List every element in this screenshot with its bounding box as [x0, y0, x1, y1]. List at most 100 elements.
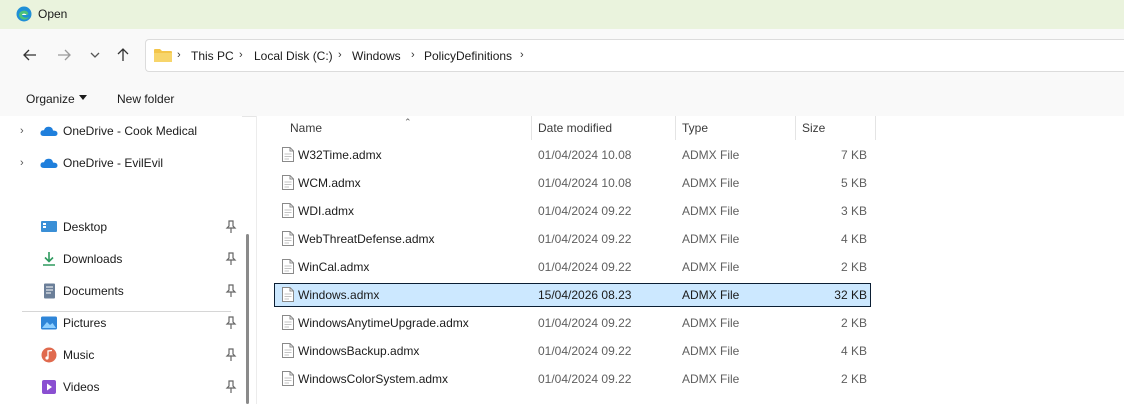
file-size: 2 KB [840, 260, 867, 274]
arrow-right-icon [58, 49, 71, 61]
pin-icon[interactable] [225, 348, 237, 362]
file-document-icon [282, 175, 294, 190]
file-name: WindowsBackup.admx [298, 344, 420, 358]
breadcrumb-windows[interactable]: Windows [352, 49, 401, 63]
file-size: 2 KB [840, 372, 867, 386]
pin-icon[interactable] [225, 220, 237, 234]
window-title: Open [38, 7, 68, 21]
file-date-modified: 01/04/2024 09.22 [538, 344, 632, 358]
file-type: ADMX File [682, 316, 740, 330]
breadcrumb-separator[interactable]: › [338, 49, 342, 61]
file-name: WindowsAnytimeUpgrade.admx [298, 316, 469, 330]
sidebar-item-label: Downloads [63, 252, 123, 266]
file-size: 7 KB [840, 148, 867, 162]
breadcrumb-separator[interactable]: › [411, 49, 415, 61]
file-document-icon [282, 231, 294, 246]
sidebar-item-downloads[interactable]: Downloads [0, 247, 240, 271]
sidebar-scrollbar[interactable] [246, 234, 249, 404]
column-header-name[interactable]: Name [290, 121, 322, 145]
address-bar[interactable]: › This PC › Local Disk (C:) › Windows › … [145, 39, 1124, 72]
sidebar-item-label: Videos [63, 380, 100, 394]
sidebar-item-label: Music [63, 348, 95, 362]
file-list: ⌃ Name Date modified Type Size W32Time.a… [257, 116, 1124, 404]
file-name: WinCal.admx [298, 260, 370, 274]
column-header-size[interactable]: Size [802, 121, 825, 145]
file-date-modified: 01/04/2024 09.22 [538, 204, 632, 218]
back-button[interactable] [18, 43, 42, 67]
chevron-right-icon[interactable]: › [20, 157, 24, 169]
pin-icon[interactable] [225, 380, 237, 394]
file-row[interactable]: WindowsAnytimeUpgrade.admx 01/04/2024 09.… [274, 311, 871, 335]
file-date-modified: 01/04/2024 09.22 [538, 260, 632, 274]
cloud-icon [40, 126, 58, 136]
chevron-right-icon[interactable]: › [20, 125, 24, 137]
sidebar-item-music[interactable]: Music [0, 343, 240, 367]
file-row[interactable]: Windows.admx 15/04/2026 08.23 ADMX File 32 … [274, 283, 871, 307]
column-header-type[interactable]: Type [682, 121, 708, 145]
videos-icon [42, 380, 56, 394]
sidebar-item-videos[interactable]: Videos [0, 375, 240, 399]
organize-button[interactable]: Organize [26, 92, 75, 106]
column-header-date-modified[interactable]: Date modified [538, 121, 612, 145]
file-name: WDI.admx [298, 204, 355, 218]
file-type: ADMX File [682, 148, 740, 162]
file-document-icon [282, 315, 294, 330]
up-button[interactable] [111, 43, 135, 67]
edge-browser-icon [16, 6, 32, 22]
documents-icon [44, 283, 55, 299]
new-folder-button[interactable]: New folder [117, 92, 174, 106]
title-bar: Open [0, 0, 1124, 29]
pin-icon[interactable] [225, 284, 237, 298]
pin-icon[interactable] [225, 316, 237, 330]
command-toolbar: Organize New folder [0, 81, 1124, 117]
file-row[interactable]: W32Time.admx 01/04/2024 10.08 ADMX File 7 K… [274, 143, 871, 167]
sidebar-item-pictures[interactable]: Pictures [0, 311, 240, 335]
pictures-icon [41, 316, 57, 330]
sidebar-item-label: Desktop [63, 220, 108, 234]
breadcrumb-this-pc[interactable]: This PC [191, 49, 234, 63]
column-separator[interactable] [795, 116, 796, 140]
cloud-icon [40, 158, 58, 168]
file-type: ADMX File [682, 260, 740, 274]
file-size: 2 KB [840, 316, 867, 330]
sidebar-item-label: Documents [63, 284, 124, 298]
breadcrumb-local-disk[interactable]: Local Disk (C:) [254, 49, 333, 63]
file-row[interactable]: WebThreatDefense.admx 01/04/2024 09.22 ADM… [274, 227, 871, 251]
recent-locations-button[interactable] [83, 43, 107, 67]
file-size: 5 KB [840, 176, 867, 190]
forward-button[interactable] [52, 43, 76, 67]
file-type: ADMX File [682, 288, 740, 302]
sidebar-item-onedrive-cook-medical[interactable]: › OneDrive - Cook Medical [0, 119, 240, 143]
file-row[interactable]: WinCal.admx 01/04/2024 09.22 ADMX File 2 KB [274, 255, 871, 279]
pin-icon[interactable] [225, 252, 237, 266]
column-separator[interactable] [875, 116, 876, 140]
file-name: Windows.admx [298, 288, 380, 302]
file-size: 32 KB [834, 288, 867, 302]
file-document-icon [282, 371, 294, 386]
file-size: 4 KB [840, 344, 867, 358]
file-row[interactable]: WCM.admx 01/04/2024 10.08 ADMX File 5 KB [274, 171, 871, 195]
download-icon [43, 252, 55, 266]
desktop-icon [41, 221, 57, 232]
file-date-modified: 01/04/2024 10.08 [538, 176, 632, 190]
file-document-icon [282, 343, 294, 358]
breadcrumb-separator[interactable]: › [239, 49, 243, 61]
breadcrumb-separator[interactable]: › [520, 49, 524, 61]
column-separator[interactable] [675, 116, 676, 140]
file-row[interactable]: WDI.admx 01/04/2024 09.22 ADMX File 3 KB [274, 199, 871, 223]
file-size: 4 KB [840, 232, 867, 246]
music-icon [41, 347, 57, 363]
breadcrumb-policydefinitions[interactable]: PolicyDefinitions [424, 49, 512, 63]
sidebar-item-label: OneDrive - EvilEvil [63, 156, 164, 170]
file-date-modified: 01/04/2024 09.22 [538, 232, 632, 246]
sidebar-item-label: OneDrive - Cook Medical [63, 124, 198, 138]
sidebar-item-documents[interactable]: Documents [0, 279, 240, 303]
file-name: W32Time.admx [298, 148, 382, 162]
file-type: ADMX File [682, 176, 740, 190]
sidebar-item-desktop[interactable]: Desktop [0, 215, 240, 239]
sidebar-item-onedrive-evilevil[interactable]: › OneDrive - EvilEvil [0, 151, 240, 175]
file-row[interactable]: WindowsBackup.admx 01/04/2024 09.22 ADMX F… [274, 339, 871, 363]
file-row[interactable]: WindowsColorSystem.admx 01/04/2024 09.22 A… [274, 367, 871, 391]
file-name: WindowsColorSystem.admx [298, 372, 449, 386]
column-separator[interactable] [531, 116, 532, 140]
